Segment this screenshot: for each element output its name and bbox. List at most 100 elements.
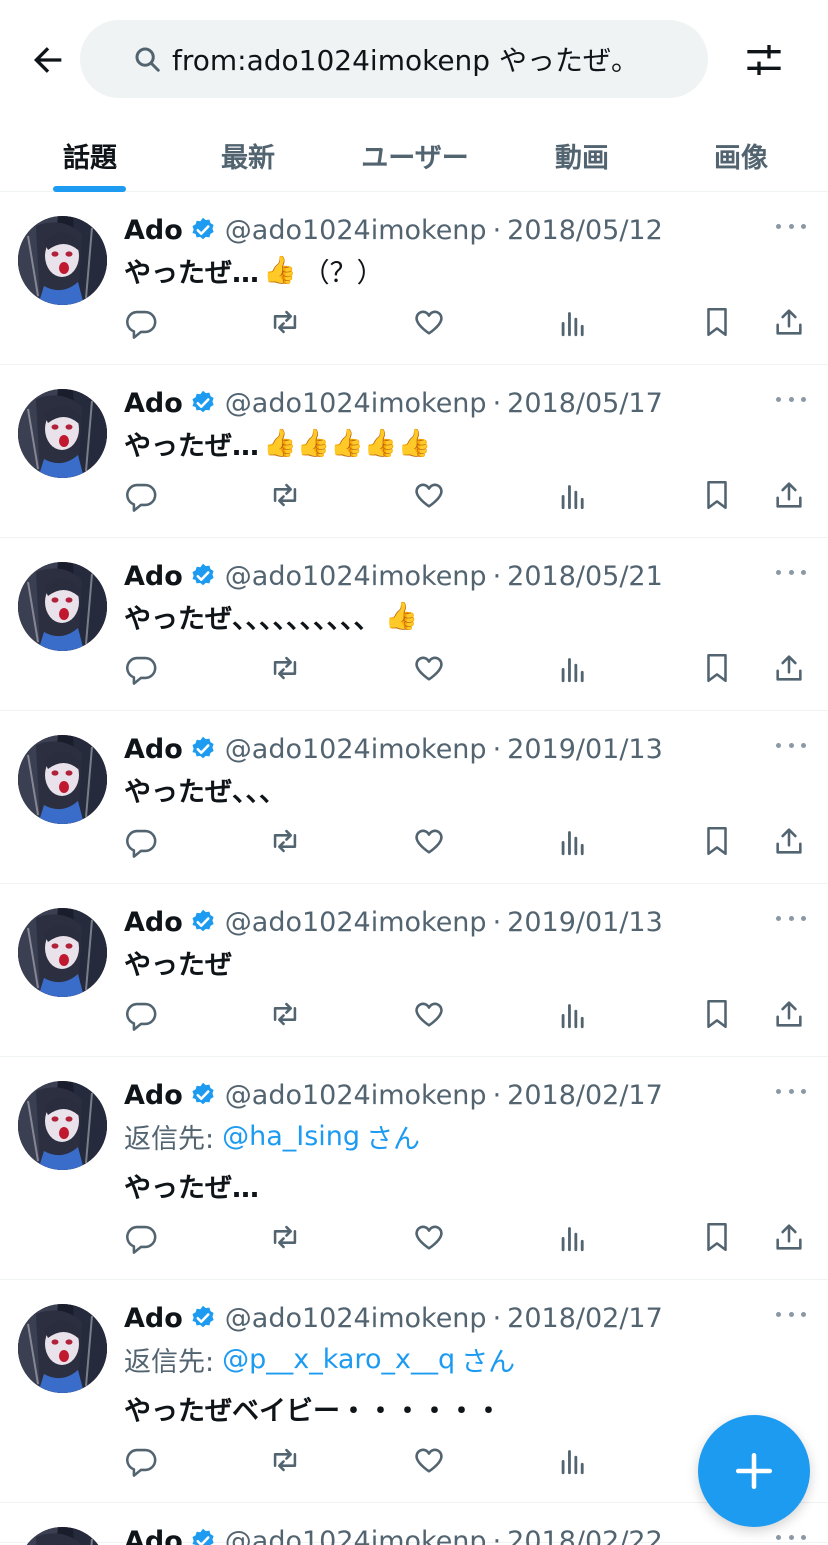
- tweet-card[interactable]: Ado @ado1024imokenp · 2019/01/13 やったぜ、、、: [0, 711, 828, 884]
- share-button[interactable]: [767, 473, 811, 517]
- retweet-button[interactable]: [263, 1438, 307, 1482]
- author-handle[interactable]: @ado1024imokenp: [225, 215, 487, 246]
- reply-button[interactable]: [119, 300, 163, 344]
- tweet-date[interactable]: 2018/05/17: [507, 388, 663, 419]
- retweet-button[interactable]: [263, 473, 307, 517]
- share-button[interactable]: [767, 300, 811, 344]
- tweet-date[interactable]: 2019/01/13: [507, 734, 663, 765]
- author-handle[interactable]: @ado1024imokenp: [225, 907, 487, 938]
- views-button[interactable]: [551, 300, 595, 344]
- tab-top[interactable]: 話題: [0, 118, 180, 192]
- like-button[interactable]: [407, 646, 451, 690]
- share-button[interactable]: [767, 1215, 811, 1259]
- tweet-date[interactable]: 2018/02/22: [507, 1526, 663, 1545]
- like-button[interactable]: [407, 992, 451, 1036]
- like-button[interactable]: [407, 1438, 451, 1482]
- author-name[interactable]: Ado: [124, 734, 183, 765]
- share-button[interactable]: [767, 992, 811, 1036]
- tweet-card[interactable]: Ado @ado1024imokenp · 2018/05/21 やったぜ、、、…: [0, 538, 828, 711]
- views-button[interactable]: [551, 992, 595, 1036]
- retweet-button[interactable]: [263, 646, 307, 690]
- bookmark-button[interactable]: [695, 646, 739, 690]
- bookmark-button[interactable]: [695, 300, 739, 344]
- bookmark-button[interactable]: [695, 1215, 739, 1259]
- compose-button[interactable]: [698, 1415, 810, 1527]
- author-name[interactable]: Ado: [124, 215, 183, 246]
- reply-button[interactable]: [119, 819, 163, 863]
- views-button[interactable]: [551, 819, 595, 863]
- reply-button[interactable]: [119, 473, 163, 517]
- reply-button[interactable]: [119, 1215, 163, 1259]
- author-handle[interactable]: @ado1024imokenp: [225, 561, 487, 592]
- author-name[interactable]: Ado: [124, 1303, 183, 1334]
- share-button[interactable]: [767, 819, 811, 863]
- reply-button[interactable]: [119, 646, 163, 690]
- avatar[interactable]: [18, 735, 107, 824]
- author-name[interactable]: Ado: [124, 907, 183, 938]
- tweet-card[interactable]: Ado @ado1024imokenp · 2019/01/13 やったぜ: [0, 884, 828, 1057]
- author-handle[interactable]: @ado1024imokenp: [225, 388, 487, 419]
- views-button[interactable]: [551, 646, 595, 690]
- like-button[interactable]: [407, 819, 451, 863]
- avatar[interactable]: [18, 908, 107, 997]
- more-options-button[interactable]: [776, 908, 806, 928]
- author-handle[interactable]: @ado1024imokenp: [225, 1080, 487, 1111]
- reply-button[interactable]: [119, 1438, 163, 1482]
- tweet-date[interactable]: 2018/02/17: [507, 1303, 663, 1334]
- author-handle[interactable]: @ado1024imokenp: [225, 1303, 487, 1334]
- author-name[interactable]: Ado: [124, 388, 183, 419]
- tab-latest[interactable]: 最新: [180, 118, 316, 192]
- reply-to-link[interactable]: @p__x_karo_x__q: [222, 1344, 455, 1375]
- author-name[interactable]: Ado: [124, 561, 183, 592]
- tweet-card[interactable]: Ado @ado1024imokenp · 2018/02/22: [0, 1503, 828, 1545]
- retweet-button[interactable]: [263, 819, 307, 863]
- more-options-button[interactable]: [776, 1304, 806, 1324]
- author-name[interactable]: Ado: [124, 1526, 183, 1545]
- reply-to-link[interactable]: @ha_Ising: [222, 1121, 360, 1152]
- tab-videos[interactable]: 動画: [510, 118, 654, 192]
- tweet-card[interactable]: Ado @ado1024imokenp · 2018/02/17 返信先: @h…: [0, 1057, 828, 1280]
- author-handle[interactable]: @ado1024imokenp: [225, 1526, 487, 1545]
- retweet-button[interactable]: [263, 1215, 307, 1259]
- avatar[interactable]: [18, 1527, 107, 1545]
- reply-button[interactable]: [119, 992, 163, 1036]
- more-options-button[interactable]: [776, 562, 806, 582]
- tweet-card[interactable]: Ado @ado1024imokenp · 2018/05/17 やったぜ… 👍…: [0, 365, 828, 538]
- bookmark-button[interactable]: [695, 992, 739, 1036]
- back-button[interactable]: [24, 38, 72, 82]
- like-button[interactable]: [407, 473, 451, 517]
- views-button[interactable]: [551, 1438, 595, 1482]
- tab-images[interactable]: 画像: [668, 118, 814, 192]
- tweet-date[interactable]: 2018/02/17: [507, 1080, 663, 1111]
- more-options-button[interactable]: [776, 1527, 806, 1545]
- tweet-date[interactable]: 2019/01/13: [507, 907, 663, 938]
- views-button[interactable]: [551, 473, 595, 517]
- bookmark-button[interactable]: [695, 473, 739, 517]
- avatar[interactable]: [18, 1081, 107, 1170]
- bookmark-button[interactable]: [695, 819, 739, 863]
- tweet-date[interactable]: 2018/05/12: [507, 215, 663, 246]
- search-box[interactable]: [80, 20, 708, 98]
- tab-users[interactable]: ユーザー: [330, 118, 500, 192]
- like-button[interactable]: [407, 300, 451, 344]
- author-handle[interactable]: @ado1024imokenp: [225, 734, 487, 765]
- filter-button[interactable]: [738, 36, 790, 84]
- share-button[interactable]: [767, 646, 811, 690]
- tweet-date[interactable]: 2018/05/21: [507, 561, 663, 592]
- more-options-button[interactable]: [776, 389, 806, 409]
- search-input[interactable]: [172, 42, 692, 76]
- tweet-card[interactable]: Ado @ado1024imokenp · 2018/05/12 やったぜ… 👍…: [0, 192, 828, 365]
- like-button[interactable]: [407, 1215, 451, 1259]
- avatar[interactable]: [18, 216, 107, 305]
- author-name[interactable]: Ado: [124, 1080, 183, 1111]
- more-options-button[interactable]: [776, 1081, 806, 1101]
- avatar[interactable]: [18, 389, 107, 478]
- avatar[interactable]: [18, 562, 107, 651]
- more-options-button[interactable]: [776, 735, 806, 755]
- more-options-button[interactable]: [776, 216, 806, 236]
- avatar[interactable]: [18, 1304, 107, 1393]
- share-icon: [776, 828, 802, 854]
- retweet-button[interactable]: [263, 992, 307, 1036]
- retweet-button[interactable]: [263, 300, 307, 344]
- views-button[interactable]: [551, 1215, 595, 1259]
